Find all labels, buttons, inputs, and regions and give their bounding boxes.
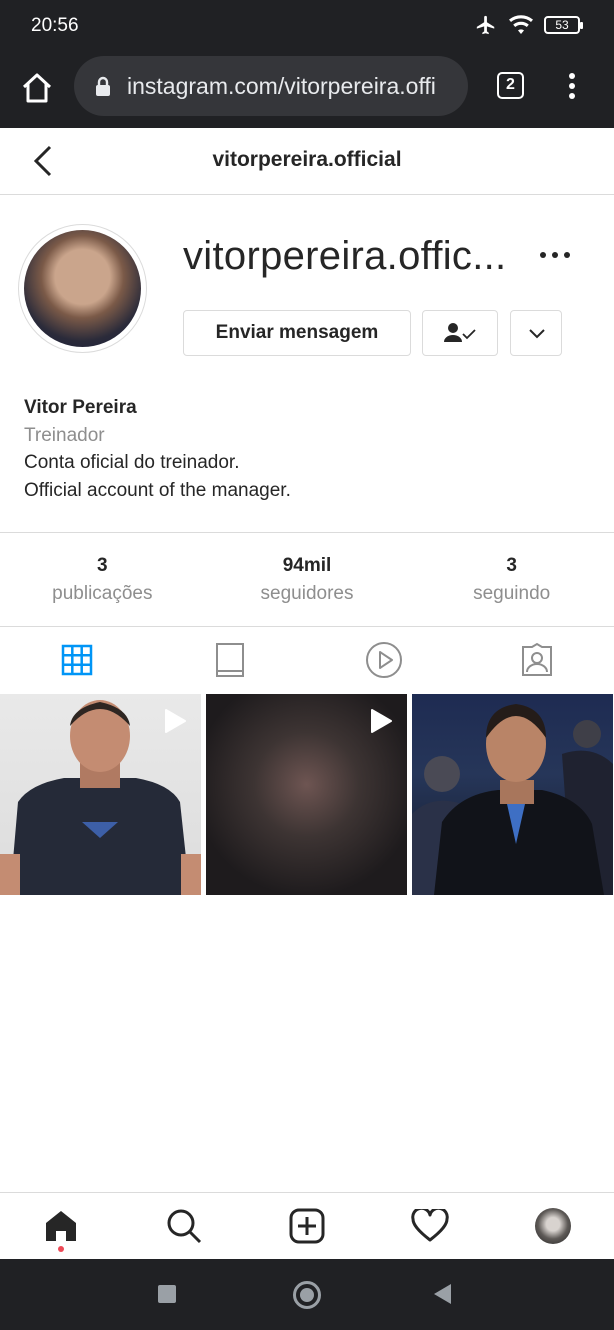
chevron-down-icon — [529, 329, 545, 339]
stat-posts: 3 publicações — [0, 533, 205, 626]
airplane-mode-icon — [476, 15, 495, 35]
nav-search[interactable] — [123, 1193, 246, 1259]
more-vert-icon[interactable] — [563, 70, 581, 102]
new-post-icon — [289, 1208, 325, 1244]
status-time: 20:56 — [31, 15, 79, 36]
bio-line: Official account of the manager. — [24, 479, 291, 501]
profile-username: vitorpereira.offic... — [183, 234, 507, 278]
wifi-icon — [509, 15, 533, 34]
tab-feed[interactable] — [154, 627, 308, 693]
send-message-button[interactable]: Enviar mensagem — [183, 310, 411, 356]
bottom-navigation — [0, 1192, 614, 1259]
url-text: instagram.com/vitorpereira.offi — [127, 73, 436, 99]
home-button-icon[interactable] — [293, 1281, 321, 1309]
address-bar[interactable]: instagram.com/vitorpereira.offi — [74, 56, 468, 116]
user-check-icon — [444, 323, 476, 342]
reels-icon — [365, 642, 402, 678]
status-icons: 53 — [474, 14, 583, 36]
play-icon — [165, 709, 186, 733]
home-icon — [46, 1211, 77, 1241]
posts-grid — [0, 694, 614, 895]
browser-toolbar: instagram.com/vitorpereira.offi 2 — [0, 52, 614, 128]
nav-home[interactable] — [0, 1193, 123, 1259]
post-thumbnail[interactable] — [412, 694, 613, 895]
profile-avatar[interactable] — [18, 224, 147, 353]
profile-photo — [24, 230, 141, 347]
nav-activity[interactable] — [368, 1193, 491, 1259]
suggested-accounts-button[interactable] — [510, 310, 562, 356]
tab-reels[interactable] — [307, 627, 461, 693]
battery-indicator: 53 — [544, 16, 583, 34]
stat-followers[interactable]: 94mil seguidores — [205, 533, 410, 626]
android-navigation-bar — [0, 1259, 614, 1330]
nav-profile[interactable] — [491, 1193, 614, 1259]
stat-label: seguindo — [473, 583, 551, 604]
feed-icon — [216, 643, 245, 677]
stat-value: 94mil — [282, 555, 332, 576]
post-image — [412, 704, 613, 895]
post-thumbnail[interactable] — [206, 694, 407, 895]
profile-full-name: Vitor Pereira — [24, 397, 137, 418]
profile-header: vitorpereira.official — [0, 128, 614, 195]
tab-grid[interactable] — [0, 627, 154, 693]
grid-icon — [61, 644, 92, 676]
page-title: vitorpereira.official — [212, 148, 402, 171]
following-button[interactable] — [422, 310, 498, 356]
back-triangle-icon[interactable] — [434, 1284, 451, 1304]
profile-category: Treinador — [24, 424, 105, 446]
notification-dot — [58, 1246, 64, 1252]
recents-icon[interactable] — [158, 1285, 176, 1303]
home-icon[interactable] — [18, 69, 56, 107]
lock-icon — [96, 76, 110, 96]
profile-bio: Vitor Pereira Treinador Conta oficial do… — [24, 394, 291, 504]
nav-new-post[interactable] — [246, 1193, 369, 1259]
profile-stats: 3 publicações 94mil seguidores 3 seguind… — [0, 532, 614, 627]
profile-tabs — [0, 627, 614, 693]
tab-switcher-button[interactable]: 2 — [497, 72, 524, 99]
more-horiz-icon[interactable] — [538, 243, 572, 267]
stat-label: publicações — [52, 583, 153, 604]
bio-line: Conta oficial do treinador. — [24, 452, 240, 473]
stat-value: 3 — [97, 555, 108, 576]
tagged-icon — [522, 642, 553, 676]
post-thumbnail[interactable] — [0, 694, 201, 895]
profile-avatar — [534, 1208, 571, 1244]
play-icon — [371, 709, 392, 733]
stat-following[interactable]: 3 seguindo — [409, 533, 614, 626]
stat-value: 3 — [506, 555, 517, 576]
search-icon — [167, 1209, 202, 1244]
tab-tagged[interactable] — [461, 627, 614, 693]
stat-label: seguidores — [260, 583, 354, 604]
status-bar: 20:56 53 — [0, 0, 614, 52]
heart-icon — [411, 1209, 449, 1242]
